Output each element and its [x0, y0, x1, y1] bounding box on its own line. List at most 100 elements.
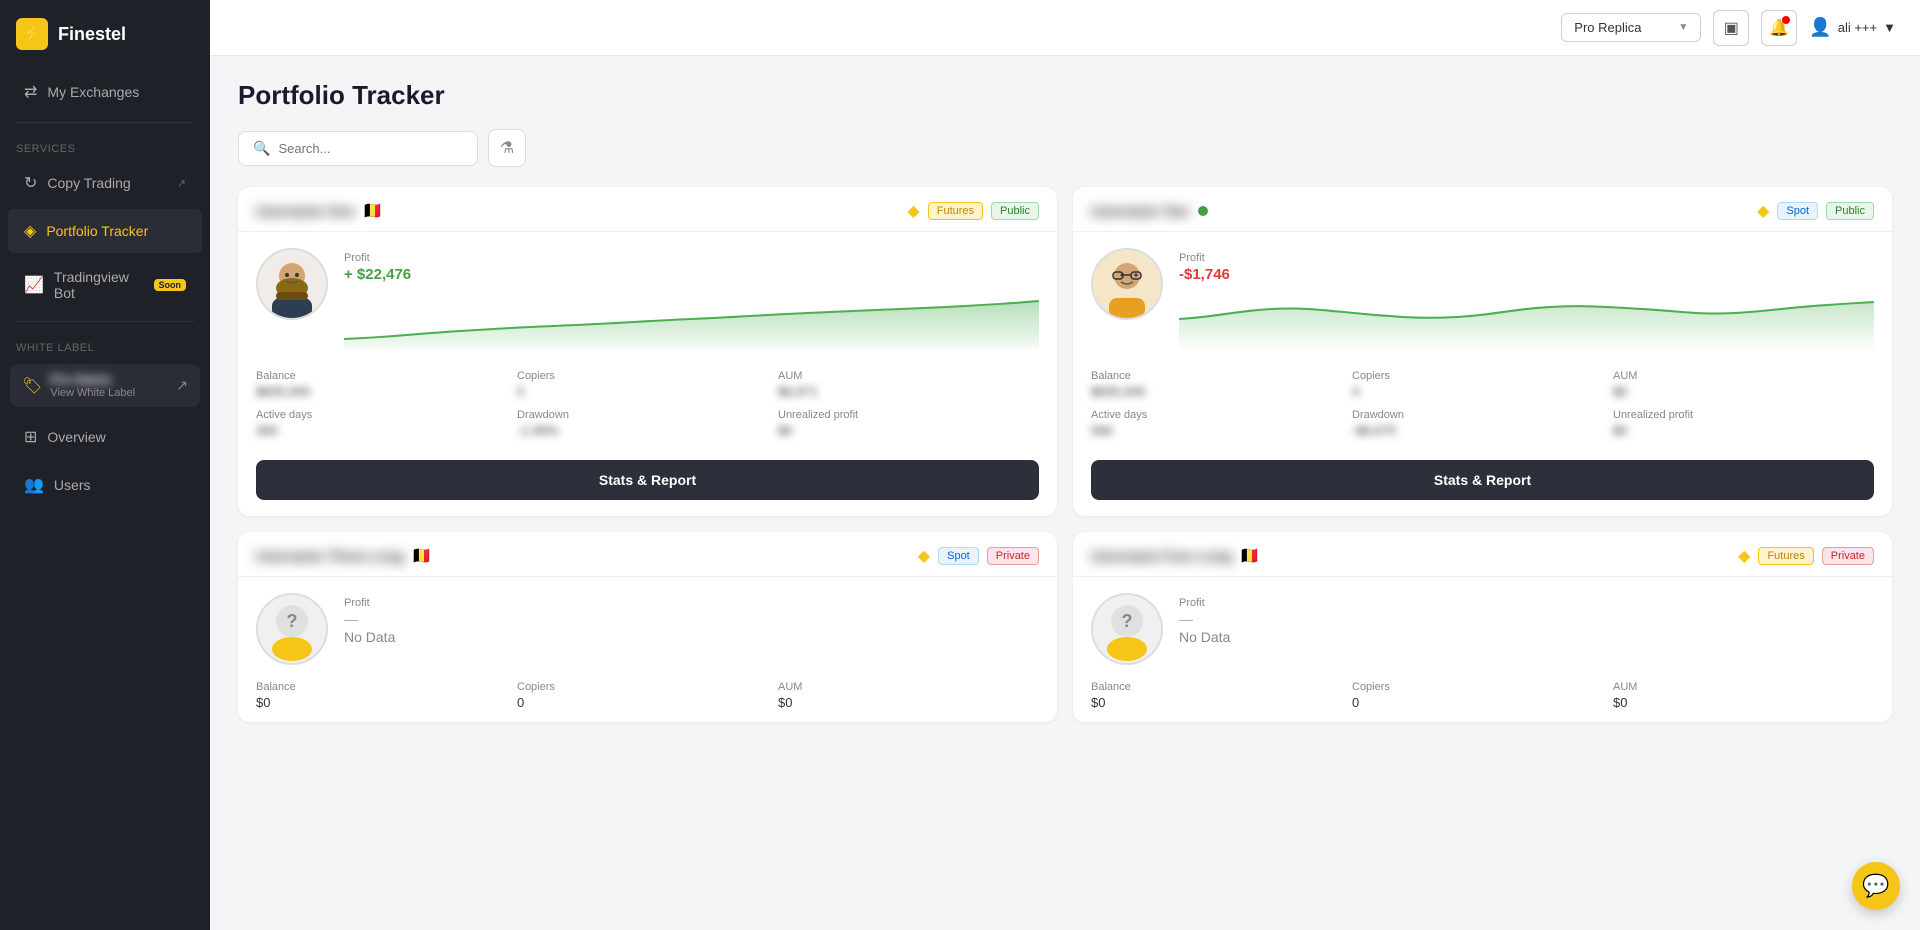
card-2-avatar [1091, 248, 1163, 320]
wallet-icon: ▣ [1724, 18, 1739, 38]
stats-report-button-2[interactable]: Stats & Report [1091, 460, 1874, 500]
card-2-copiers: Copiers 4 [1352, 370, 1613, 399]
main-content: Portfolio Tracker 🔍 ⚗ Username One 🇧🇪 [210, 56, 1920, 930]
page-title: Portfolio Tracker [238, 80, 1892, 111]
chevron-down-icon: ▼ [1678, 22, 1688, 33]
notification-button[interactable]: 🔔 [1761, 10, 1797, 46]
card-2-drawdown: Drawdown -$9,675 [1352, 409, 1613, 438]
binance-icon-4: ◆ [1738, 546, 1750, 566]
card-2-header-left: Username Two [1091, 203, 1208, 219]
app-name: Finestel [58, 24, 126, 45]
card-1-profit-value: + $22,476 [344, 266, 1039, 283]
white-label-name: Pro Name [50, 372, 168, 387]
card-4-header: Username Four Long 🇧🇪 ◆ Futures Private [1073, 532, 1892, 577]
card-2-aum: AUM $0 [1613, 370, 1874, 399]
card-3-no-data-text: No Data [344, 629, 1039, 645]
portfolio-tracker-label: Portfolio Tracker [46, 223, 148, 239]
card-2-profit-value: -$1,746 [1179, 266, 1874, 283]
card-1-active-days: Active days 365 [256, 409, 517, 438]
replica-dropdown-label: Pro Replica [1574, 20, 1641, 35]
card-1-header-left: Username One 🇧🇪 [256, 201, 383, 221]
overview-icon: ⊞ [24, 427, 37, 447]
white-label-section-label: White Label [0, 328, 210, 358]
card-4-chart-area: Profit — No Data [1179, 593, 1874, 645]
card-2-market-tag: Spot [1777, 202, 1818, 220]
portfolio-card-3: Username Three Long 🇧🇪 ◆ Spot Private [238, 532, 1057, 722]
search-box[interactable]: 🔍 [238, 131, 478, 166]
svg-text:?: ? [287, 611, 298, 631]
search-icon: 🔍 [253, 140, 270, 157]
portfolio-card-1: Username One 🇧🇪 ◆ Futures Public [238, 187, 1057, 516]
wallet-button[interactable]: ▣ [1713, 10, 1749, 46]
card-1-unrealized: Unrealized profit $0 [778, 409, 1039, 438]
portfolio-card-2: Username Two ◆ Spot Public [1073, 187, 1892, 516]
card-3-balance: Balance $0 [256, 681, 517, 710]
user-avatar-icon: 👤 [1809, 17, 1831, 38]
svg-text:?: ? [1122, 611, 1133, 631]
notification-dot [1782, 16, 1790, 24]
binance-icon-3: ◆ [918, 546, 930, 566]
card-1-profit-label: Profit [344, 252, 1039, 264]
sidebar-item-tradingview-bot[interactable]: 📈 Tradingview Bot Soon [8, 257, 202, 313]
card-1-header-right: ◆ Futures Public [907, 201, 1039, 221]
card-1-copiers: Copiers 5 [517, 370, 778, 399]
sidebar-item-overview[interactable]: ⊞ Overview [8, 415, 202, 459]
card-3-chart-area: Profit — No Data [344, 593, 1039, 645]
card-1-balance: Balance $835,000 [256, 370, 517, 399]
card-2-status-dot [1198, 206, 1208, 216]
card-1-chart-area: Profit + $22,476 [344, 248, 1039, 354]
card-3-profit-label: Profit [344, 597, 1039, 609]
card-2-profit-label: Profit [1179, 252, 1874, 264]
card-2-user-name: Username Two [1091, 203, 1190, 219]
card-4-flag-icon: 🇧🇪 [1240, 546, 1260, 566]
chat-icon: 💬 [1862, 873, 1889, 899]
filter-button[interactable]: ⚗ [488, 129, 526, 167]
stats-report-button-1[interactable]: Stats & Report [256, 460, 1039, 500]
services-section-label: Services [0, 129, 210, 159]
user-menu[interactable]: 👤 ali +++ ▼ [1809, 17, 1896, 38]
card-4-profit-label: Profit [1179, 597, 1874, 609]
card-4-profit-dash: — [1179, 611, 1874, 627]
user-name: ali +++ [1838, 20, 1877, 35]
topbar: Pro Replica ▼ ▣ 🔔 👤 ali +++ ▼ [210, 0, 1920, 56]
copy-trading-icon: ↻ [24, 173, 37, 193]
soon-badge: Soon [154, 279, 187, 291]
card-4-visibility-tag: Private [1822, 547, 1874, 565]
sidebar-item-portfolio-tracker[interactable]: ◈ Portfolio Tracker [8, 209, 202, 253]
white-label-box[interactable]: 🏷 Pro Name View White Label ↗ [10, 364, 200, 407]
copy-trading-label: Copy Trading [47, 175, 130, 191]
question-mark-avatar-2: ? [1093, 595, 1161, 663]
card-1-avatar [256, 248, 328, 320]
divider-1 [16, 122, 194, 123]
card-1-aum: AUM $6,671 [778, 370, 1039, 399]
search-input[interactable] [278, 141, 463, 156]
card-2-unrealized: Unrealized profit $0 [1613, 409, 1874, 438]
card-4-header-right: ◆ Futures Private [1738, 546, 1874, 566]
sidebar-item-users[interactable]: 👥 Users [8, 463, 202, 507]
filter-icon: ⚗ [500, 138, 514, 158]
card-3-header-right: ◆ Spot Private [918, 546, 1039, 566]
card-1-footer: Stats & Report [238, 450, 1057, 516]
card-3-market-tag: Spot [938, 547, 979, 565]
card-4-market-tag: Futures [1758, 547, 1813, 565]
card-2-stats: Balance $835,000 Copiers 4 AUM $0 Active… [1073, 370, 1892, 450]
card-2-footer: Stats & Report [1073, 450, 1892, 516]
card-3-profit-dash: — [344, 611, 1039, 627]
replica-dropdown[interactable]: Pro Replica ▼ [1561, 13, 1701, 42]
card-4-avatar: ? [1091, 593, 1163, 665]
chat-fab-button[interactable]: 💬 [1852, 862, 1900, 910]
sidebar-item-my-exchanges[interactable]: ⇄ My Exchanges [8, 70, 202, 114]
card-2-active-days: Active days 560 [1091, 409, 1352, 438]
toolbar: 🔍 ⚗ [238, 129, 1892, 167]
bearded-man-avatar [258, 250, 326, 318]
card-2-chart-area: Profit -$1,746 [1179, 248, 1874, 354]
cards-grid: Username One 🇧🇪 ◆ Futures Public [238, 187, 1892, 722]
tradingview-bot-label: Tradingview Bot [54, 269, 140, 301]
card-4-copiers: Copiers 0 [1352, 681, 1613, 710]
app-logo[interactable]: ⚡ Finestel [0, 0, 210, 68]
white-label-link-label: View White Label [50, 387, 168, 399]
sidebar-item-copy-trading[interactable]: ↻ Copy Trading ↗ [8, 161, 202, 205]
card-4-no-data-text: No Data [1179, 629, 1874, 645]
card-4-stats: Balance $0 Copiers 0 AUM $0 [1073, 681, 1892, 722]
card-2-header: Username Two ◆ Spot Public [1073, 187, 1892, 232]
